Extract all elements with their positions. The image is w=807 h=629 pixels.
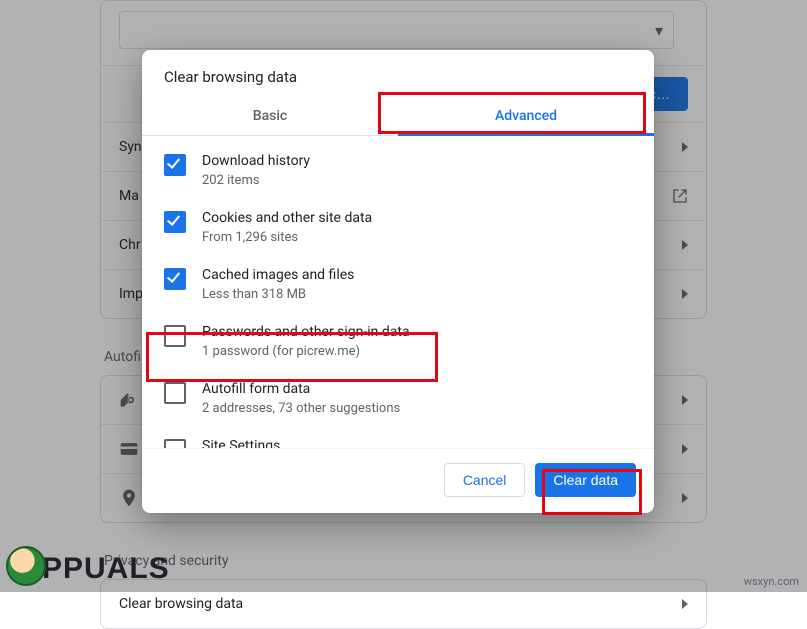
- option-download-history: Download history 202 items: [142, 142, 654, 199]
- option-cache: Cached images and files Less than 318 MB: [142, 256, 654, 313]
- dialog-tabs: Basic Advanced: [142, 98, 654, 136]
- option-cookies: Cookies and other site data From 1,296 s…: [142, 199, 654, 256]
- appuals-logo-text: PPUALS: [42, 552, 170, 586]
- option-title: Site Settings: [202, 437, 280, 448]
- checkbox-passwords[interactable]: [164, 325, 186, 347]
- option-title: Download history: [202, 152, 310, 170]
- tab-basic[interactable]: Basic: [142, 98, 398, 135]
- row-clear-browsing-data[interactable]: Clear browsing data: [119, 596, 243, 612]
- option-subtitle: From 1,296 sites: [202, 229, 372, 246]
- option-title: Cached images and files: [202, 266, 354, 284]
- appuals-mascot-icon: [6, 546, 46, 586]
- chevron-right-icon: [682, 599, 688, 609]
- checkbox-autofill[interactable]: [164, 382, 186, 404]
- option-title: Autofill form data: [202, 380, 400, 398]
- checkbox-cache[interactable]: [164, 268, 186, 290]
- tab-advanced[interactable]: Advanced: [398, 98, 654, 135]
- dialog-title: Clear browsing data: [142, 50, 654, 98]
- option-subtitle: Less than 318 MB: [202, 286, 354, 303]
- option-title: Cookies and other site data: [202, 209, 372, 227]
- option-subtitle: 1 password (for picrew.me): [202, 343, 410, 360]
- appuals-logo: PPUALS: [6, 546, 170, 586]
- option-autofill: Autofill form data 2 addresses, 73 other…: [142, 370, 654, 427]
- checkbox-site-settings[interactable]: [164, 439, 186, 448]
- clear-data-button[interactable]: Clear data: [535, 463, 636, 497]
- option-title: Passwords and other sign-in data: [202, 323, 410, 341]
- option-passwords: Passwords and other sign-in data 1 passw…: [142, 313, 654, 370]
- checkbox-cookies[interactable]: [164, 211, 186, 233]
- option-site-settings: Site Settings 11 sites: [142, 427, 654, 448]
- dialog-options-list[interactable]: Download history 202 items Cookies and o…: [142, 136, 654, 448]
- option-subtitle: 202 items: [202, 172, 310, 189]
- checkbox-download-history[interactable]: [164, 154, 186, 176]
- cancel-button[interactable]: Cancel: [444, 463, 526, 497]
- option-subtitle: 2 addresses, 73 other suggestions: [202, 400, 400, 417]
- watermark-text: wsxyn.com: [744, 575, 799, 588]
- clear-browsing-data-dialog: Clear browsing data Basic Advanced Downl…: [142, 50, 654, 513]
